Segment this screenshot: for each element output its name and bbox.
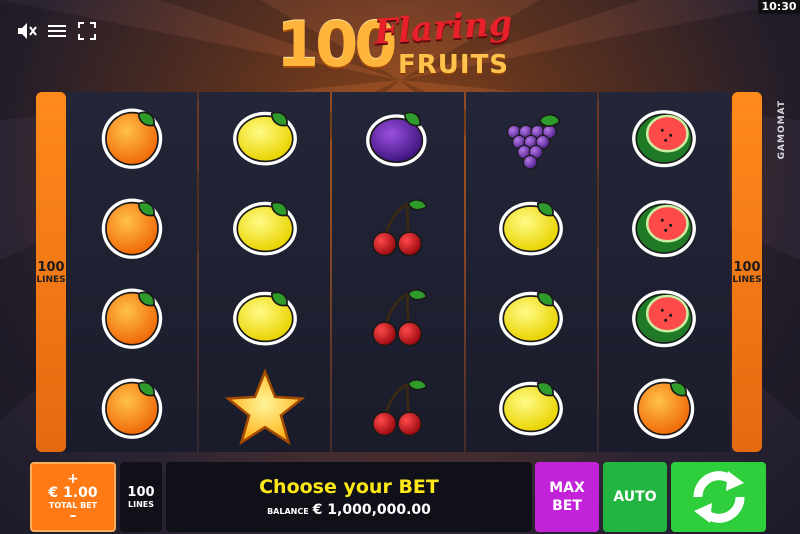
lines-value: 100: [127, 485, 155, 500]
plum-icon: [366, 111, 427, 167]
grapes-icon: [507, 113, 561, 170]
fullscreen-icon[interactable]: [76, 20, 98, 42]
menu-icon[interactable]: [46, 20, 68, 42]
cherry-symbol: [332, 362, 463, 452]
message-text: Choose your BET: [259, 476, 439, 498]
spin-button[interactable]: [671, 462, 766, 532]
message-panel: Choose your BET BALANCE € 1,000,000.00: [166, 462, 532, 532]
spin-arrows-icon: [692, 471, 745, 523]
lemon-symbol: [466, 182, 597, 272]
lemon-symbol: [466, 362, 597, 452]
bet-panel: + € 1.00 TOTAL BET – 100 LINES Choose yo…: [0, 462, 800, 534]
cherry-symbol: [332, 272, 463, 362]
orange-symbol: [66, 92, 197, 182]
max-bet-label-1: MAX: [549, 480, 585, 496]
watermelon-symbol: [599, 182, 730, 272]
paylines-indicator-left: 100 LINES: [36, 92, 66, 452]
lemon-icon: [232, 201, 297, 256]
orange-icon: [101, 288, 162, 349]
orange-symbol: [66, 362, 197, 452]
lemon-symbol: [199, 272, 330, 362]
balance-display: BALANCE € 1,000,000.00: [267, 502, 431, 518]
max-bet-button[interactable]: MAX BET: [535, 462, 599, 532]
brand-label: GAMOMAT: [777, 100, 787, 160]
orange-icon: [101, 108, 162, 169]
clock: 10:30: [758, 0, 800, 14]
orange-icon: [101, 198, 162, 259]
lemon-icon: [499, 381, 564, 436]
cherry-symbol: [332, 182, 463, 272]
cherry-icon: [371, 288, 428, 347]
orange-symbol: [66, 272, 197, 362]
reel: [465, 92, 597, 452]
watermelon-symbol: [599, 272, 730, 362]
orange-symbol: [599, 362, 730, 452]
lines-label: LINES: [128, 500, 154, 509]
star-symbol: [199, 362, 330, 452]
grapes-symbol: [466, 92, 597, 182]
reel: [598, 92, 731, 452]
reel: [66, 92, 198, 452]
auto-label: AUTO: [613, 489, 657, 505]
cherry-icon: [371, 198, 428, 257]
logo-fruits: FRUITS: [398, 50, 510, 80]
orange-icon: [101, 378, 162, 439]
lemon-icon: [499, 201, 564, 256]
reel-grid: [66, 92, 731, 452]
reel: [332, 92, 464, 452]
total-bet-control: + € 1.00 TOTAL BET –: [30, 462, 116, 532]
plum-symbol: [332, 92, 463, 182]
top-toolbar: [16, 20, 98, 42]
watermelon-symbol: [599, 92, 730, 182]
lines-display: 100 LINES: [120, 462, 162, 532]
lemon-icon: [232, 291, 297, 346]
watermelon-icon: [632, 110, 697, 168]
paylines-indicator-right: 100 LINES: [732, 92, 762, 452]
watermelon-icon: [632, 200, 697, 258]
lemon-symbol: [466, 272, 597, 362]
lemon-icon: [232, 111, 297, 166]
lemon-symbol: [199, 92, 330, 182]
bet-increase-button[interactable]: +: [67, 472, 79, 486]
paylines-count: 100: [37, 259, 65, 275]
balance-label: BALANCE: [267, 507, 309, 516]
balance-value: € 1,000,000.00: [312, 502, 431, 518]
total-bet-value: € 1.00: [48, 484, 98, 501]
orange-icon: [634, 378, 695, 439]
lemon-icon: [499, 291, 564, 346]
paylines-count: 100: [733, 259, 761, 275]
sound-muted-icon[interactable]: [16, 20, 38, 42]
orange-symbol: [66, 182, 197, 272]
paylines-label: LINES: [36, 274, 66, 285]
bet-decrease-button[interactable]: –: [70, 509, 77, 523]
game-logo: 100 Flaring FRUITS: [276, 3, 526, 81]
watermelon-icon: [632, 290, 697, 348]
lemon-symbol: [199, 182, 330, 272]
star-icon: [224, 368, 306, 446]
auto-play-button[interactable]: AUTO: [603, 462, 667, 532]
cherry-icon: [371, 378, 428, 437]
max-bet-label-2: BET: [552, 498, 582, 514]
logo-flaring: Flaring: [372, 3, 514, 53]
reel: [199, 92, 331, 452]
paylines-label: LINES: [732, 274, 762, 285]
